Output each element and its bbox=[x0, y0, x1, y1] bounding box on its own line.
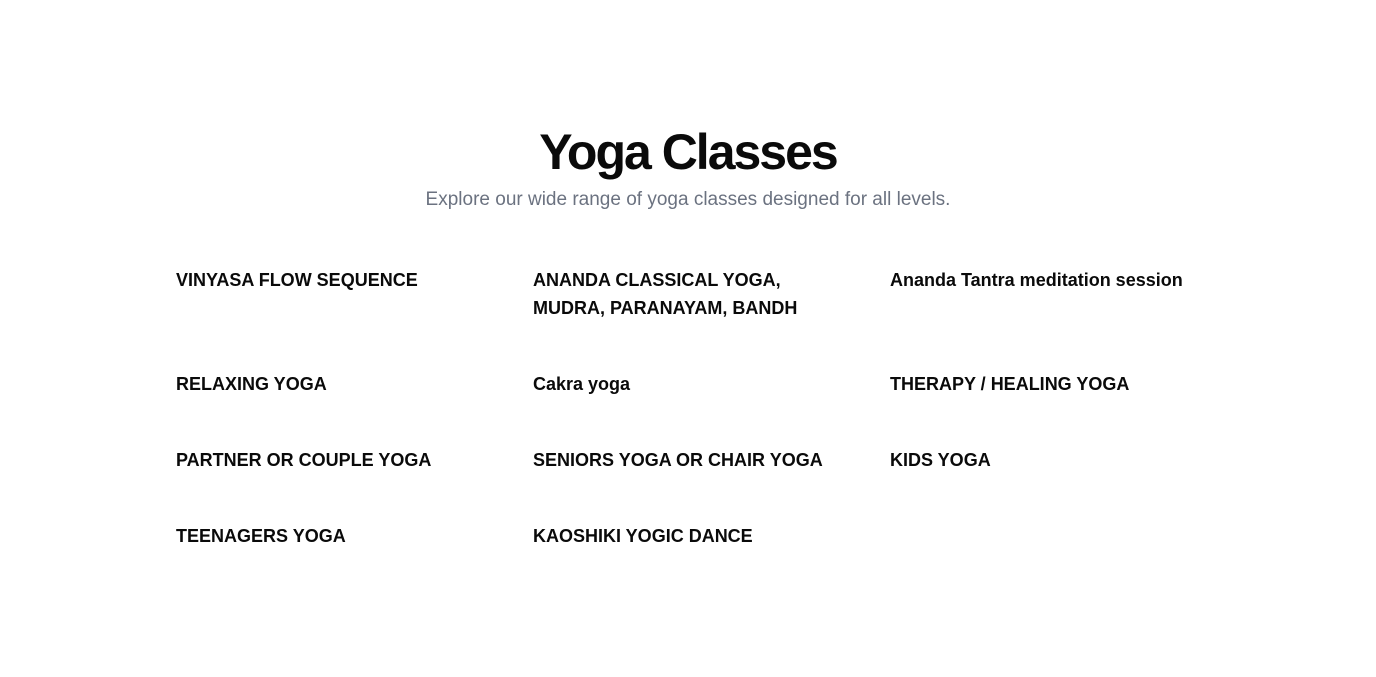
class-item-therapy-healing-yoga[interactable]: THERAPY / HEALING YOGA bbox=[890, 370, 1236, 398]
class-item-kaoshiki-yogic-dance[interactable]: KAOSHIKI YOGIC DANCE bbox=[533, 522, 890, 550]
class-item-partner-couple-yoga[interactable]: PARTNER OR COUPLE YOGA bbox=[176, 446, 533, 474]
class-item-ananda-tantra-meditation[interactable]: Ananda Tantra meditation session bbox=[890, 266, 1236, 322]
class-item-cakra-yoga[interactable]: Cakra yoga bbox=[533, 370, 890, 398]
class-item-kids-yoga[interactable]: KIDS YOGA bbox=[890, 446, 1236, 474]
class-list: VINYASA FLOW SEQUENCE ANANDA CLASSICAL Y… bbox=[176, 266, 1236, 550]
yoga-classes-section: Yoga Classes Explore our wide range of y… bbox=[0, 0, 1376, 677]
class-item-relaxing-yoga[interactable]: RELAXING YOGA bbox=[176, 370, 533, 398]
page-title: Yoga Classes bbox=[539, 124, 838, 180]
class-item-teenagers-yoga[interactable]: TEENAGERS YOGA bbox=[176, 522, 533, 550]
page-subtitle: Explore our wide range of yoga classes d… bbox=[425, 189, 951, 210]
class-item-seniors-chair-yoga[interactable]: SENIORS YOGA OR CHAIR YOGA bbox=[533, 446, 890, 474]
class-item-ananda-classical-yoga[interactable]: ANANDA CLASSICAL YOGA, MUDRA, PARANAYAM,… bbox=[533, 266, 890, 322]
class-item-vinyasa-flow-sequence[interactable]: VINYASA FLOW SEQUENCE bbox=[176, 266, 533, 322]
